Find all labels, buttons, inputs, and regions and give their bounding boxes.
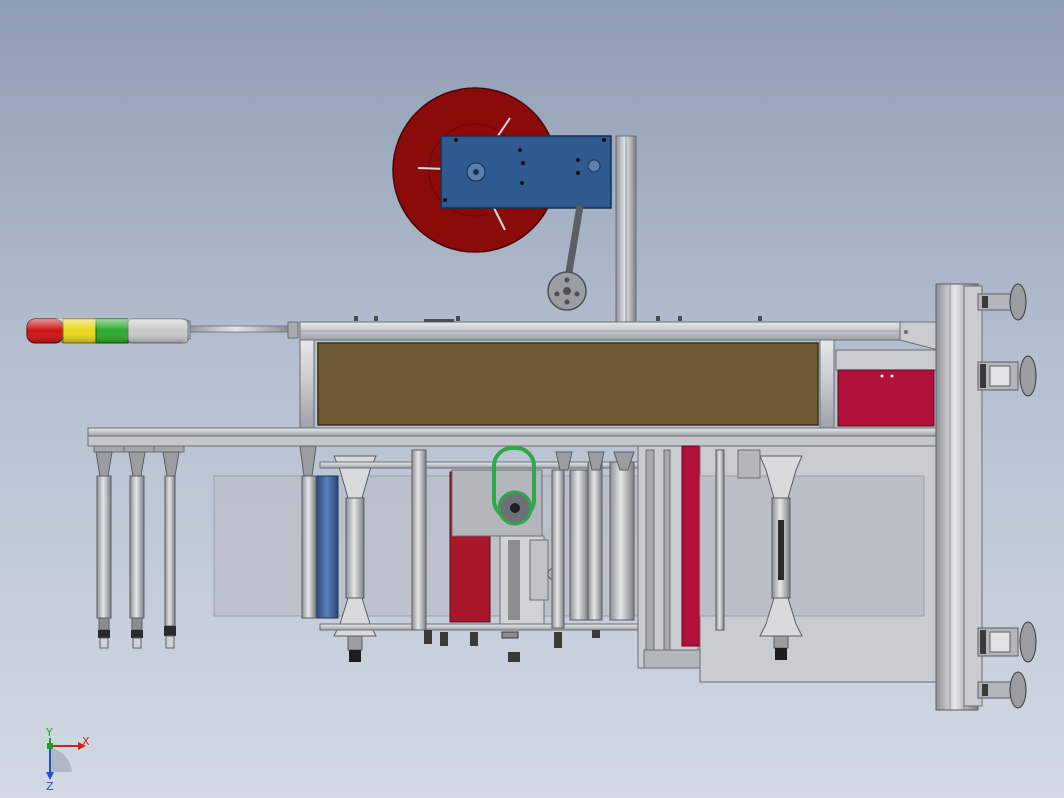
- z-axis-label: Z: [46, 780, 54, 793]
- adjust-wheel-top: [977, 283, 1027, 321]
- left-guide-rollers: [95, 451, 180, 649]
- y-axis-label: Y: [45, 726, 53, 739]
- adjust-wheel-upper-mid: [977, 355, 1037, 397]
- top-bar-bolts: [354, 316, 762, 322]
- blue-roller-left: [315, 475, 339, 619]
- machine-drawing: X Y Z: [26, 87, 1037, 793]
- right-lower-section: [637, 445, 937, 683]
- red-strip: [681, 445, 703, 647]
- upper-frame: [299, 321, 949, 431]
- adjust-wheel-lower-mid: [977, 621, 1037, 663]
- main-panel: [317, 342, 819, 426]
- cad-viewport[interactable]: X Y Z: [0, 0, 1064, 798]
- x-axis-label: X: [82, 735, 90, 748]
- side-panel: [837, 369, 935, 427]
- drive-mechanism: [299, 445, 641, 662]
- adjust-wheel-bottom: [977, 671, 1027, 709]
- right-side-frame: [935, 283, 983, 711]
- axes-triad: X Y Z: [45, 726, 90, 793]
- signal-tower: [26, 318, 299, 344]
- label-reel-assembly: [392, 87, 637, 325]
